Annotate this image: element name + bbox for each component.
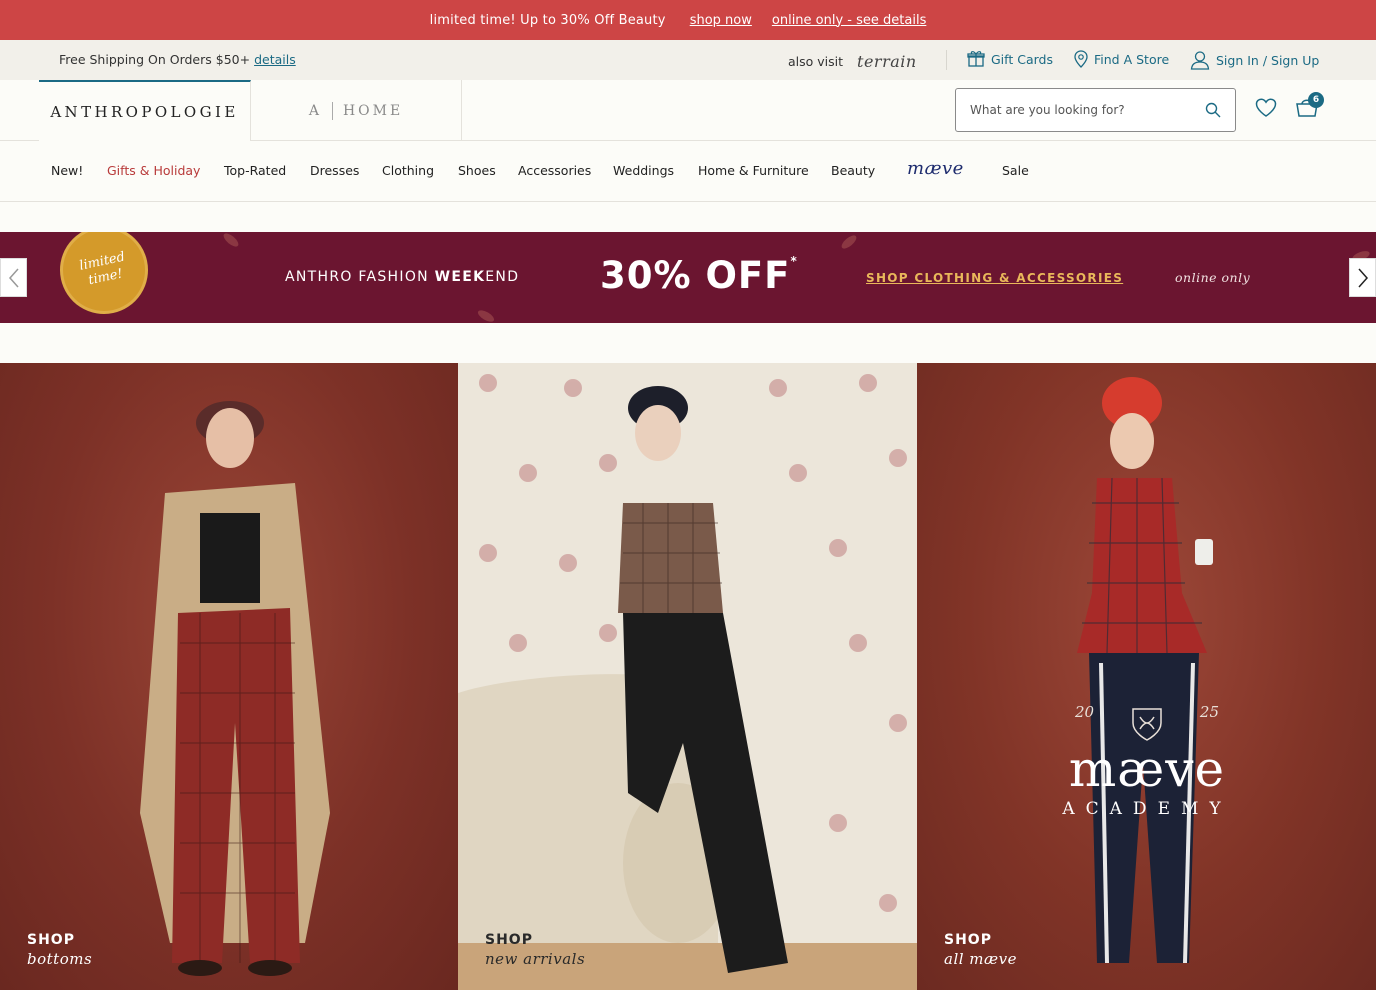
- nav-item-beauty[interactable]: Beauty: [831, 163, 875, 178]
- shop-bottoms-label[interactable]: SHOP bottoms: [27, 932, 92, 968]
- utility-bar: Free Shipping On Orders $50+ details als…: [0, 40, 1376, 80]
- year-left: 20: [1075, 703, 1095, 721]
- nav-item-home-furniture[interactable]: Home & Furniture: [698, 163, 809, 178]
- terrain-link[interactable]: terrain: [857, 52, 917, 71]
- find-store-label: Find A Store: [1094, 51, 1170, 67]
- offer-text: 30% OFF: [600, 254, 791, 297]
- shop-label-prefix: SHOP: [944, 932, 992, 948]
- nav-item-accessories[interactable]: Accessories: [518, 163, 591, 178]
- anthropologie-logo-tab[interactable]: ANTHROPOLOGIE: [39, 80, 251, 141]
- hero-panel-new-arrivals[interactable]: SHOP new arrivals: [458, 363, 917, 990]
- maeve-academy-logo: 20 25 mæve ACADEMY: [1047, 703, 1247, 819]
- chevron-right-icon: [1357, 268, 1368, 287]
- leaf-decoration: [476, 308, 496, 323]
- main-nav: New! Gifts & Holiday Top-Rated Dresses C…: [0, 141, 1376, 202]
- promo-bar: limited time! Up to 30% Off Beauty shop …: [0, 0, 1376, 40]
- shop-label-category: bottoms: [27, 950, 93, 968]
- fashion-weekend-title: ANTHRO FASHION WEEKEND: [285, 269, 519, 285]
- model-on-sofa-image: [458, 374, 917, 990]
- gift-icon: [967, 51, 985, 67]
- basket-button[interactable]: 6: [1295, 92, 1324, 122]
- weekend-bold: WEEK: [434, 269, 486, 285]
- academy-wordmark: ACADEMY: [1062, 799, 1232, 819]
- offer-headline: 30% OFF*: [600, 254, 798, 297]
- nav-item-clothing[interactable]: Clothing: [382, 163, 434, 178]
- leaf-decoration: [221, 232, 241, 249]
- find-store-link[interactable]: Find A Store: [1074, 50, 1169, 68]
- offer-asterisk: *: [790, 254, 798, 268]
- nav-item-top-rated[interactable]: Top-Rated: [224, 163, 286, 178]
- shop-label-prefix: SHOP: [27, 932, 75, 948]
- site-header: ANTHROPOLOGIE A HOME 6: [0, 80, 1376, 141]
- carousel-next-button[interactable]: [1349, 258, 1376, 297]
- also-visit-label: also visit: [788, 54, 844, 69]
- hero-panel-bottoms[interactable]: SHOP bottoms: [0, 363, 458, 990]
- shop-now-link[interactable]: shop now: [690, 13, 752, 28]
- year-right: 25: [1199, 703, 1219, 721]
- model-figure-image: [140, 401, 330, 976]
- shop-label-category: all mæve: [944, 950, 1017, 968]
- maeve-year: 20 25: [1047, 703, 1247, 743]
- search-input[interactable]: [970, 103, 1205, 117]
- weekend-pre: ANTHRO FASHION: [285, 269, 435, 285]
- nav-item-shoes[interactable]: Shoes: [458, 163, 496, 178]
- a-home-tab[interactable]: A HOME: [251, 80, 462, 141]
- hero-panel-maeve[interactable]: 20 25 mæve ACADEMY SHOP all mæve: [917, 363, 1376, 990]
- shop-clothing-accessories-link[interactable]: SHOP CLOTHING & ACCESSORIES: [866, 271, 1123, 285]
- wishlist-button[interactable]: [1255, 98, 1277, 122]
- heart-icon: [1255, 98, 1277, 117]
- search-icon[interactable]: [1205, 102, 1221, 118]
- promo-message: limited time! Up to 30% Off Beauty: [429, 12, 666, 28]
- divider: [946, 50, 947, 70]
- shop-new-arrivals-label[interactable]: SHOP new arrivals: [485, 932, 585, 968]
- shop-all-maeve-label[interactable]: SHOP all mæve: [944, 932, 1017, 968]
- gift-cards-label: Gift Cards: [991, 51, 1053, 67]
- shop-label-prefix: SHOP: [485, 932, 533, 948]
- maeve-wordmark: mæve: [1068, 740, 1226, 798]
- gift-cards-link[interactable]: Gift Cards: [967, 50, 1053, 68]
- home-divider: [331, 101, 333, 120]
- basket-count-badge: 6: [1308, 92, 1324, 108]
- nav-item-new[interactable]: New!: [51, 163, 83, 178]
- model-maeve-image: [1077, 377, 1213, 964]
- shipping-label: Free Shipping On Orders $50+: [59, 52, 251, 67]
- fashion-weekend-banner[interactable]: limited time! ANTHRO FASHION WEEKEND 30%…: [0, 232, 1376, 323]
- nav-item-gifts-holiday[interactable]: Gifts & Holiday: [107, 163, 200, 178]
- sign-in-link[interactable]: Sign In / Sign Up: [1190, 50, 1319, 70]
- nav-item-dresses[interactable]: Dresses: [310, 163, 359, 178]
- weekend-post: END: [485, 269, 520, 285]
- carousel-prev-button[interactable]: [0, 258, 27, 297]
- also-visit: also visit terrain: [788, 52, 917, 71]
- nav-item-sale[interactable]: Sale: [1002, 163, 1029, 178]
- home-a-mark: A: [308, 102, 322, 119]
- promo-details-link[interactable]: online only - see details: [772, 13, 926, 28]
- nav-item-weddings[interactable]: Weddings: [613, 163, 674, 178]
- shop-label-category: new arrivals: [485, 950, 586, 968]
- online-only-note: online only: [1175, 270, 1251, 285]
- location-pin-icon: [1074, 50, 1088, 68]
- nav-item-maeve[interactable]: mæve: [907, 158, 964, 179]
- home-label: HOME: [342, 102, 404, 119]
- crest-icon: [1132, 708, 1162, 741]
- leaf-decoration: [839, 233, 859, 251]
- limited-time-badge: limited time!: [51, 232, 157, 323]
- search-box: [955, 88, 1236, 132]
- user-icon: [1190, 51, 1210, 70]
- shipping-details-link[interactable]: details: [254, 52, 296, 67]
- chevron-left-icon: [8, 268, 19, 287]
- free-shipping-text: Free Shipping On Orders $50+ details: [59, 52, 296, 67]
- sign-in-label: Sign In / Sign Up: [1216, 52, 1320, 68]
